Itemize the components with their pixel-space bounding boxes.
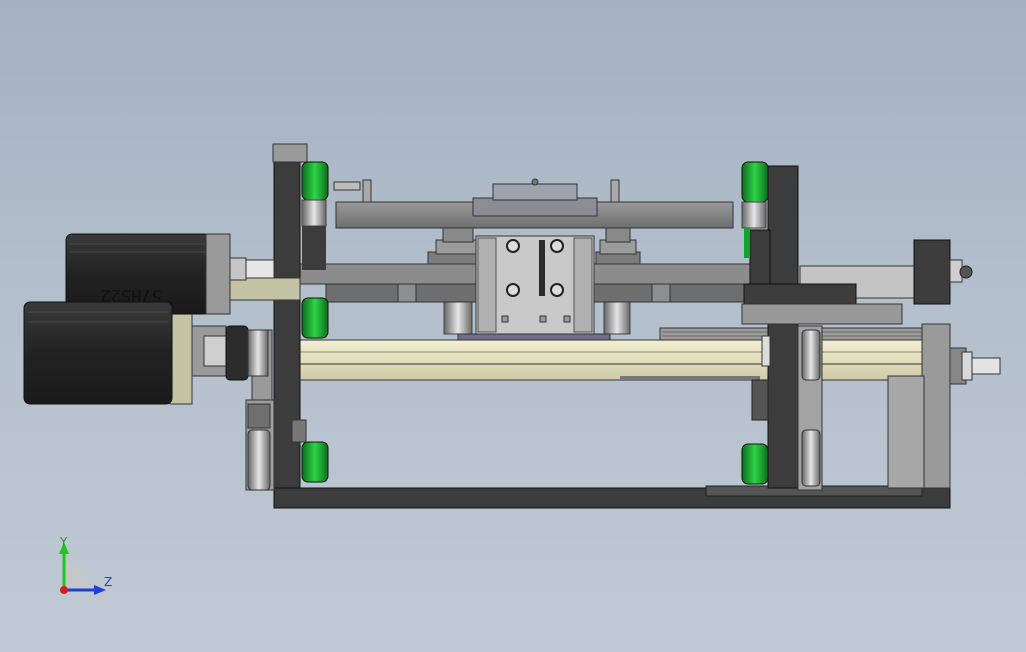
top-plate-cap (492, 183, 578, 201)
green-wheel-icon (301, 297, 329, 339)
top-plate-center-block (472, 197, 598, 217)
post-right (610, 179, 620, 203)
cylinder-port-icon (506, 239, 520, 253)
x-axis-icon (60, 586, 68, 594)
linear-rail (299, 327, 927, 381)
right-motor-body (913, 239, 951, 305)
right-end-block (921, 323, 951, 489)
green-wheel-icon (301, 161, 329, 201)
limit-switch (333, 181, 361, 191)
green-wheel-icon (741, 161, 769, 203)
left-frame-top-bracket (272, 143, 308, 163)
post-left (362, 179, 372, 203)
rail-tab-1 (397, 283, 417, 303)
coordinate-triad: Y Z (59, 535, 112, 595)
pulley-icon (247, 429, 271, 491)
green-wheel-icon (301, 441, 329, 483)
green-wheel-icon (741, 443, 769, 485)
right-angle-plate (741, 303, 903, 325)
triad-z-label: Z (104, 575, 112, 589)
rail-tab-2 (651, 283, 671, 303)
left-frame-plate[interactable] (273, 159, 301, 509)
right-shaft-assembly (949, 259, 1001, 385)
pulley-icon (801, 429, 821, 487)
upper-carriage (333, 178, 734, 229)
cap-screw-icon (531, 178, 539, 186)
right-frame-plate[interactable] (767, 165, 799, 489)
cad-viewport[interactable]: 57HS22 Y Z (0, 0, 1026, 652)
stepper-motor-lower (23, 301, 269, 405)
slide-cylinder (457, 235, 611, 343)
triad-y-label: Y (59, 535, 68, 549)
right-gear-block (743, 283, 857, 305)
triad-arc (64, 564, 90, 590)
assembly-drawing[interactable]: 57HS22 Y Z (0, 0, 1026, 652)
right-side-upright (887, 375, 925, 489)
pulley-icon (801, 329, 821, 381)
